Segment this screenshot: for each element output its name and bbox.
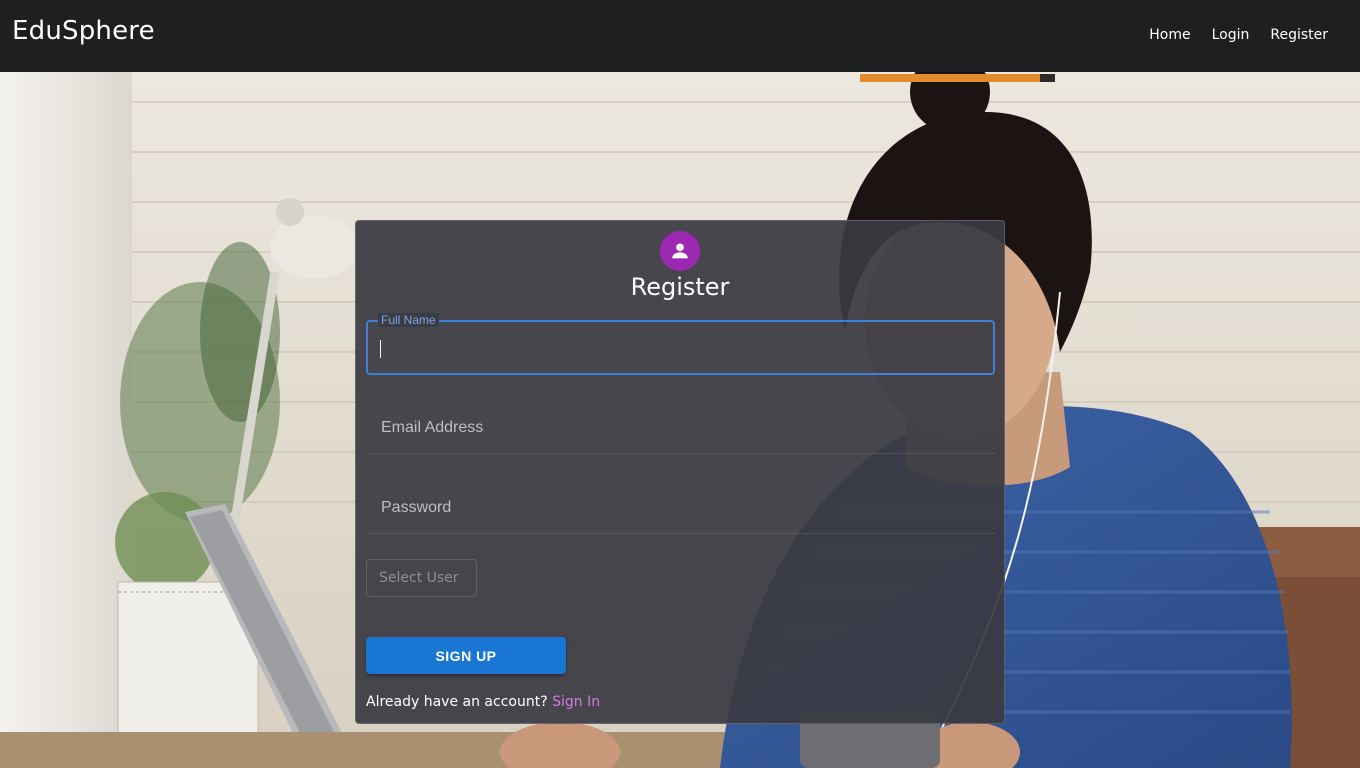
full-name-input[interactable] (379, 336, 973, 362)
register-card: Register Full Name Select User SIGN UP A… (355, 220, 1005, 724)
full-name-field[interactable]: Full Name (366, 313, 995, 375)
email-field[interactable] (366, 400, 995, 454)
sign-up-button[interactable]: SIGN UP (366, 637, 566, 674)
email-input[interactable] (379, 414, 973, 442)
nav-link-login[interactable]: Login (1212, 27, 1250, 43)
sign-in-link[interactable]: Sign In (552, 694, 600, 710)
user-icon (672, 243, 688, 259)
nav-links: Home Login Register (1149, 27, 1328, 43)
avatar (660, 231, 700, 271)
signin-prompt-line: Already have an account? Sign In (366, 694, 600, 710)
brand-logo[interactable]: EduSphere (12, 16, 155, 46)
nav-link-register[interactable]: Register (1270, 27, 1328, 43)
register-title: Register (630, 273, 730, 301)
full-name-label: Full Name (378, 313, 439, 327)
signin-prompt-text: Already have an account? (366, 694, 548, 710)
text-caret (380, 340, 381, 358)
user-type-select[interactable]: Select User (366, 559, 477, 597)
top-navbar: EduSphere Home Login Register (0, 0, 1360, 72)
password-field[interactable] (366, 480, 995, 534)
nav-link-home[interactable]: Home (1149, 27, 1190, 43)
password-input[interactable] (379, 494, 973, 522)
